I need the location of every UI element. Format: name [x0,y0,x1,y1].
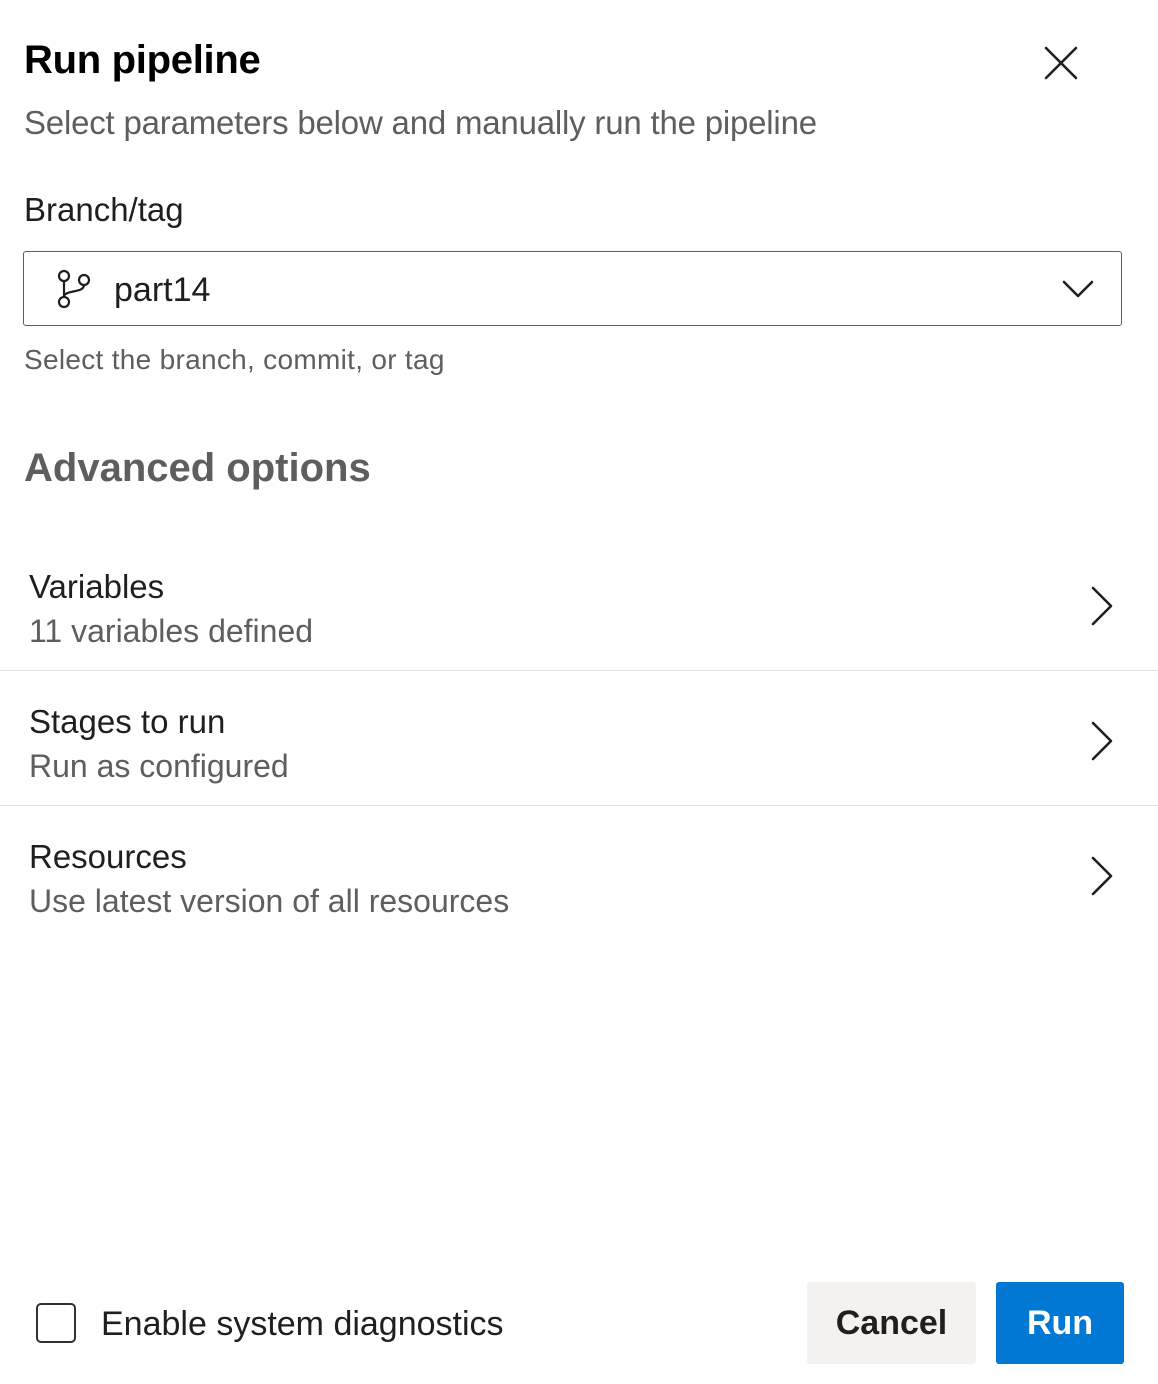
option-variables[interactable]: Variables 11 variables defined [0,537,1158,671]
system-diagnostics-label[interactable]: Enable system diagnostics [101,1304,504,1344]
panel-title: Run pipeline [24,38,261,82]
branch-tag-label: Branch/tag [24,191,184,228]
option-title: Stages to run [29,703,226,740]
branch-tag-value: part14 [114,271,211,309]
git-branch-icon [57,269,91,309]
system-diagnostics-checkbox[interactable] [36,1303,76,1343]
branch-tag-dropdown[interactable]: part14 [23,251,1122,326]
branch-helper-text: Select the branch, commit, or tag [24,344,445,375]
chevron-right-icon [1091,721,1113,761]
panel-subtitle: Select parameters below and manually run… [24,104,817,141]
run-button[interactable]: Run [996,1282,1124,1364]
advanced-options-heading: Advanced options [24,446,371,490]
option-title: Resources [29,838,187,875]
option-title: Variables [29,568,165,605]
chevron-down-icon [1062,280,1094,298]
close-icon [1044,46,1078,80]
option-subtitle: Use latest version of all resources [29,883,510,919]
close-button[interactable] [1034,36,1088,90]
option-stages-to-run[interactable]: Stages to run Run as configured [0,672,1158,806]
run-pipeline-panel: Run pipeline Select parameters below and… [0,0,1158,1384]
option-subtitle: Run as configured [29,748,289,784]
option-subtitle: 11 variables defined [29,613,314,649]
chevron-right-icon [1091,856,1113,896]
cancel-button[interactable]: Cancel [807,1282,976,1364]
option-resources[interactable]: Resources Use latest version of all reso… [0,807,1158,941]
chevron-right-icon [1091,586,1113,626]
